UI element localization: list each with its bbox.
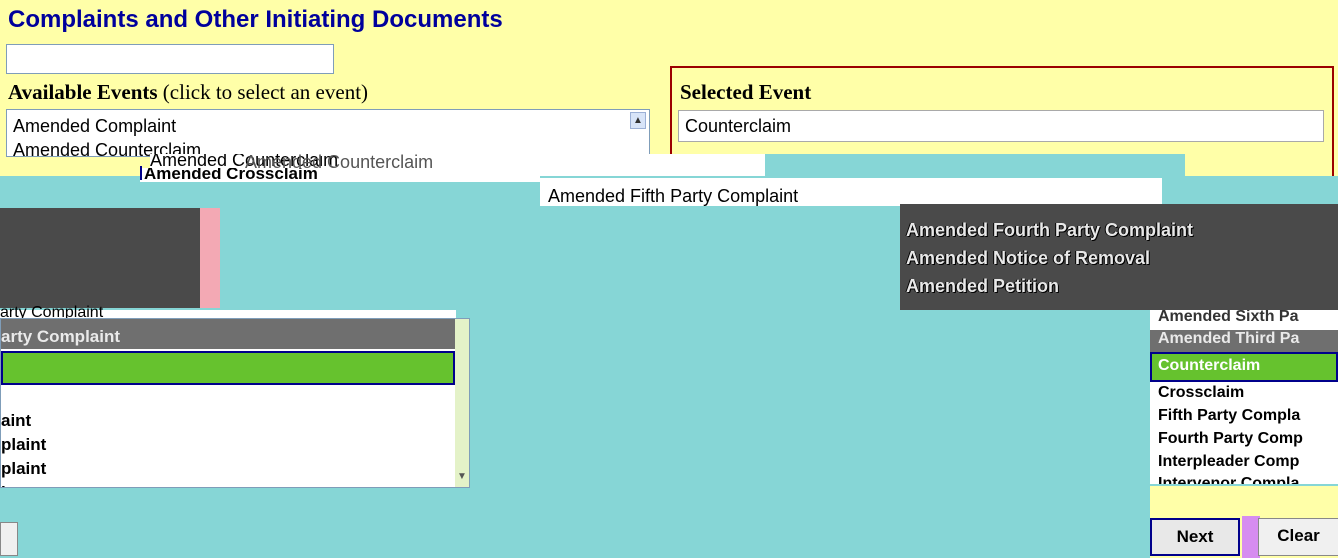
search-input[interactable] [6, 44, 334, 74]
focus-edge [140, 166, 142, 180]
available-events-list-right[interactable]: Amended Sixth Pa Amended Third Pa Counte… [1150, 310, 1338, 484]
list-item[interactable]: Amended Sixth Pa [1158, 310, 1298, 326]
list-item[interactable]: arty Complaint [1, 319, 455, 349]
scrollbar[interactable] [455, 319, 469, 487]
clear-button[interactable]: Clear [1258, 518, 1338, 556]
selected-event-field[interactable]: Counterclaim [678, 110, 1324, 142]
list-fragment: Amended Crossclaim [140, 168, 540, 182]
list-item[interactable]: Amended Complaint [13, 116, 176, 137]
list-fragment: Amended Fourth Party Complaint Amended N… [900, 204, 1338, 310]
next-button[interactable]: Next [1150, 518, 1240, 556]
available-events-label-bold: Available Events [8, 80, 158, 104]
list-fragment: Amended Fifth Party Complaint [540, 178, 1162, 206]
scroll-up-icon[interactable]: ▲ [630, 112, 646, 129]
list-item[interactable]: Crossclaim [1158, 384, 1244, 402]
available-events-list-lower[interactable]: arty Complaint aint plaint plaint int ▼ [0, 318, 470, 488]
list-item-selected[interactable] [1, 351, 455, 385]
list-item[interactable]: Fourth Party Comp [1158, 430, 1303, 448]
list-item[interactable]: plaint [1, 435, 46, 455]
render-artifact-block [0, 208, 200, 308]
available-events-list[interactable]: Amended Complaint Amended Counterclaim [6, 109, 650, 157]
render-artifact-block [200, 208, 220, 308]
list-item[interactable]: Interpleader Comp [1158, 453, 1299, 471]
list-item[interactable]: Intervenor Compla [1158, 475, 1299, 484]
scroll-down-icon[interactable]: ▼ [456, 471, 468, 485]
available-events-label: Available Events (click to select an eve… [8, 80, 368, 105]
list-item[interactable]: aint [1, 411, 31, 431]
available-events-hint: (click to select an event) [162, 80, 369, 104]
button-fragment[interactable] [0, 522, 18, 556]
list-item[interactable]: int [1, 483, 22, 487]
list-item[interactable]: Fifth Party Compla [1158, 407, 1300, 425]
list-item[interactable]: Amended Third Pa [1150, 330, 1338, 352]
page-title: Complaints and Other Initiating Document… [8, 6, 503, 33]
list-item[interactable]: plaint [1, 459, 46, 479]
selected-event-label: Selected Event [680, 80, 812, 104]
render-artifact-area [765, 154, 1185, 178]
list-item-selected[interactable]: Counterclaim [1150, 352, 1338, 382]
